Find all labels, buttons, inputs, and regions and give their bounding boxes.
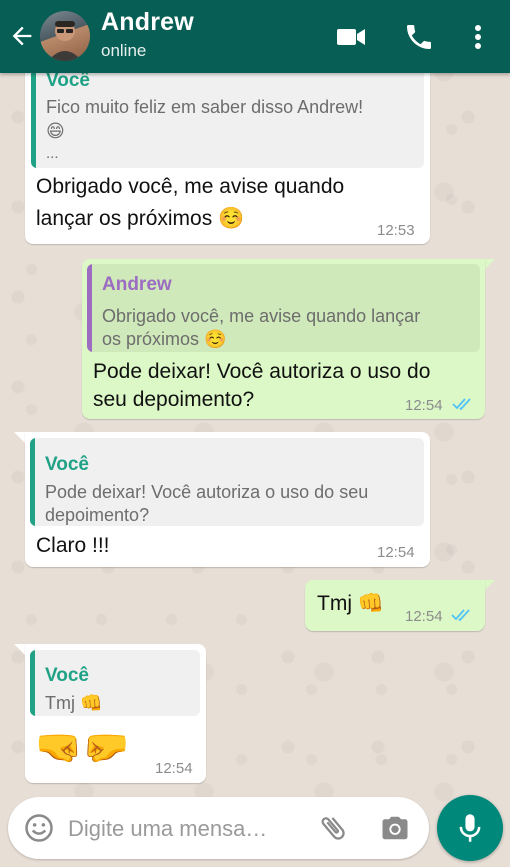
contact-name[interactable]: Andrew — [101, 8, 194, 37]
message-time: 12:53 — [377, 222, 415, 239]
message-input[interactable]: Digite uma mensa… — [68, 816, 267, 842]
message-bubble-incoming[interactable]: Você Fico muito feliz em saber disso And… — [25, 58, 430, 244]
read-receipt-icon — [452, 398, 471, 411]
quote-line: Tmj 👊 — [45, 693, 103, 713]
chat-header: Andrew online — [0, 0, 510, 73]
more-options-icon[interactable] — [466, 21, 490, 53]
attach-icon[interactable] — [317, 812, 349, 844]
quote-sender: Você — [45, 665, 90, 686]
emoji-icon[interactable] — [24, 813, 54, 843]
quote-line: Pode deixar! Você autoriza o uso do seu — [45, 482, 369, 502]
message-bubble-outgoing[interactable]: Tmj 👊 12:54 — [305, 580, 485, 631]
avatar[interactable] — [40, 11, 90, 61]
message-time: 12:54 — [377, 544, 415, 561]
message-time: 12:54 — [155, 760, 193, 777]
quote-line: depoimento? — [45, 505, 150, 525]
message-time: 12:54 — [405, 397, 443, 414]
video-call-icon[interactable] — [335, 21, 367, 53]
quoted-message[interactable]: Você Fico muito feliz em saber disso And… — [31, 64, 424, 168]
quote-line: ... — [46, 145, 59, 162]
message-text: Obrigado você, me avise quando — [36, 175, 345, 198]
message-text: Claro !!! — [36, 534, 110, 557]
back-arrow-icon[interactable] — [8, 22, 36, 50]
message-text: lançar os próximos ☺️ — [36, 207, 245, 230]
quote-line: Fico muito feliz em saber disso Andrew! — [46, 97, 364, 117]
message-time: 12:54 — [405, 608, 443, 625]
message-text: Tmj 👊 — [317, 592, 384, 615]
message-bubble-incoming[interactable]: Você Pode deixar! Você autoriza o uso do… — [25, 432, 430, 567]
message-input-bar: Digite uma mensa… — [8, 797, 429, 859]
message-bubble-incoming[interactable]: Você Tmj 👊 🤜🤛 12:54 — [25, 644, 206, 783]
quote-sender: Você — [46, 70, 91, 91]
quote-line: Obrigado você, me avise quando lançar — [102, 306, 421, 326]
phone-icon[interactable] — [403, 21, 435, 53]
quote-line: 😄 — [46, 121, 65, 141]
message-emoji: 🤜🤛 — [35, 727, 130, 769]
contact-status: online — [101, 41, 147, 60]
quoted-message[interactable]: Você Pode deixar! Você autoriza o uso do… — [30, 438, 424, 526]
read-receipt-icon — [451, 609, 470, 622]
mic-icon — [459, 814, 481, 842]
message-text: seu depoimento? — [93, 388, 255, 411]
quoted-message[interactable]: Andrew Obrigado você, me avise quando la… — [87, 264, 480, 352]
quoted-message[interactable]: Você Tmj 👊 — [30, 650, 200, 716]
mic-button[interactable] — [437, 795, 503, 861]
quote-line: os próximos ☺️ — [102, 329, 227, 349]
quote-sender: Você — [45, 454, 90, 475]
quote-sender: Andrew — [102, 274, 172, 295]
message-bubble-outgoing[interactable]: Andrew Obrigado você, me avise quando la… — [82, 259, 485, 419]
camera-icon[interactable] — [380, 813, 410, 843]
